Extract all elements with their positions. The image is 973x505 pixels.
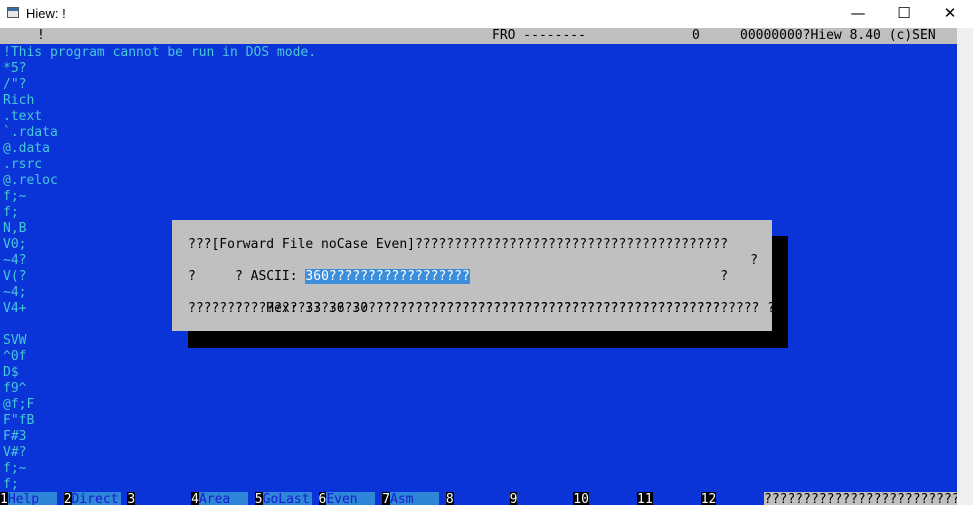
function-key-number: 5	[254, 492, 263, 505]
function-key-8[interactable]: 8	[445, 492, 503, 505]
close-button[interactable]: ✕	[930, 0, 970, 28]
function-key-number: 1	[0, 492, 8, 505]
function-key-11[interactable]: 11	[637, 492, 702, 505]
function-key-2[interactable]: 2Direct	[63, 492, 121, 505]
status-bar: ! FRO -------- 0 00000000?Hiew 8.40 (c)S…	[0, 28, 957, 44]
text-line: *5?	[3, 61, 27, 76]
text-line: f;~	[3, 189, 27, 204]
status-mode: FRO --------	[492, 28, 586, 43]
function-key-1[interactable]: 1Help	[0, 492, 57, 505]
function-key-number: 7	[382, 492, 391, 505]
function-key-7[interactable]: 7Asm	[382, 492, 440, 505]
function-key-bar: ????????????????????????? 1Help 2Direct 3 4…	[0, 492, 957, 505]
keybar-tail: ?????????????????????????	[764, 492, 957, 505]
text-line: f9^	[3, 381, 27, 396]
function-key-number: 10	[573, 492, 589, 505]
text-line: /"?	[3, 77, 27, 92]
function-key-5[interactable]: 5GoLast	[254, 492, 312, 505]
text-line: f;	[3, 205, 19, 220]
search-dialog: ???[Forward File noCase Even]???????????…	[172, 220, 775, 331]
text-line: .rsrc	[3, 157, 43, 172]
function-key-number: 11	[637, 492, 653, 505]
hex-row: ? Hex: 33 36 30 ????????????????????????…	[188, 285, 775, 316]
text-line: @f;F	[3, 397, 35, 412]
text-line: F#3	[3, 429, 27, 444]
minimize-button[interactable]: —	[838, 0, 878, 28]
function-key-label: GoLast	[262, 492, 312, 505]
text-line: f;~	[3, 461, 27, 476]
dialog-options-row[interactable]: ???[Forward File noCase Even]???????????…	[188, 237, 728, 253]
function-key-10[interactable]: 10	[573, 492, 638, 505]
ascii-row: ? ASCII: 360?????????????????? ?	[188, 253, 758, 284]
text-line: !This program cannot be run in DOS mode.	[3, 45, 317, 60]
function-key-label: Help	[7, 492, 57, 505]
function-key-4[interactable]: 4Area	[191, 492, 248, 505]
status-address: 00000000?Hiew 8.40 (c)SEN	[740, 28, 936, 43]
function-key-label: Asm	[390, 492, 440, 505]
text-line: f;	[3, 477, 19, 492]
dialog-blank-row: ? ?	[188, 269, 729, 284]
function-key-number: 8	[445, 492, 454, 505]
function-key-number: 6	[318, 492, 327, 505]
app-icon	[7, 7, 19, 18]
text-line: ^0f	[3, 349, 27, 364]
function-key-label: Direct	[71, 492, 121, 505]
function-key-number: 2	[63, 492, 72, 505]
function-key-9[interactable]: 9	[509, 492, 567, 505]
maximize-button[interactable]: ☐	[884, 0, 924, 28]
window-title: Hiew: !	[26, 6, 66, 21]
text-line: .text	[3, 109, 43, 124]
text-line: @.data	[3, 141, 50, 156]
text-line: @.reloc	[3, 173, 58, 188]
function-key-number: 12	[700, 492, 717, 505]
dialog-bottom-border: ????????????????????????????????????????…	[188, 301, 721, 316]
text-line: D$	[3, 365, 19, 380]
status-filename: !	[37, 28, 45, 43]
function-key-number: 3	[127, 492, 136, 505]
function-key-number: 4	[191, 492, 199, 505]
function-key-label: Area	[198, 492, 248, 505]
window-titlebar: Hiew: ! — ☐ ✕	[0, 0, 973, 28]
function-key-3[interactable]: 3	[127, 492, 184, 505]
status-offset: 0	[692, 28, 700, 43]
function-key-number: 9	[509, 492, 518, 505]
console-area[interactable]: ! FRO -------- 0 00000000?Hiew 8.40 (c)S…	[0, 28, 957, 505]
text-line: `.rdata	[3, 125, 58, 140]
vertical-scrollbar[interactable]	[957, 28, 973, 505]
ascii-row-border: ?	[750, 253, 758, 268]
function-key-6[interactable]: 6Even	[318, 492, 376, 505]
text-line: V#?	[3, 445, 27, 460]
text-line: F"fB	[3, 413, 35, 428]
text-line: Rich	[3, 93, 35, 108]
function-key-label: Even	[326, 492, 376, 505]
function-key-12[interactable]: 12	[700, 492, 766, 505]
